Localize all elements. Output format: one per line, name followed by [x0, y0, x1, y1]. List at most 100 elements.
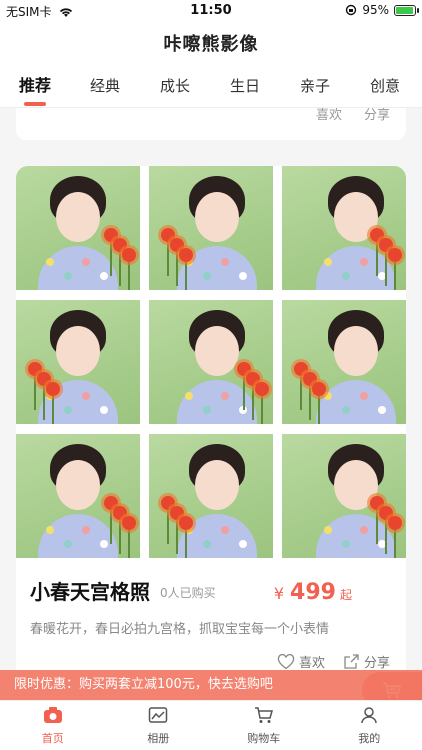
- price-value: 499: [290, 580, 336, 605]
- outfit-dot: [360, 258, 368, 266]
- previous-card[interactable]: 喜欢 分享: [16, 108, 406, 140]
- grid-photo[interactable]: [149, 166, 273, 290]
- tab-2[interactable]: 成长: [140, 64, 210, 108]
- flower-stem: [300, 370, 302, 410]
- previous-like-button[interactable]: 喜欢: [316, 108, 342, 123]
- product-price: ¥ 499 起: [274, 580, 352, 605]
- tab-4[interactable]: 亲子: [280, 64, 350, 108]
- poppy-flower: [388, 516, 402, 530]
- photo-face: [56, 326, 100, 376]
- like-label: 喜欢: [298, 656, 325, 671]
- outfit-dot: [46, 258, 54, 266]
- tab-0[interactable]: 推荐: [0, 64, 70, 108]
- product-actions: 喜欢 分享: [277, 652, 390, 671]
- status-right: 95%: [345, 3, 419, 17]
- outfit-dot: [324, 526, 332, 534]
- status-bar: 无SIM卡 11:50 95%: [0, 0, 422, 22]
- share-button[interactable]: 分享: [343, 652, 390, 671]
- profile-icon: [359, 706, 379, 727]
- photo-outfit: [38, 246, 118, 290]
- tab-5[interactable]: 创意: [350, 64, 420, 108]
- share-icon: [344, 653, 359, 669]
- photo-face: [195, 460, 239, 510]
- nav-home-camera[interactable]: 首页: [0, 701, 106, 750]
- promo-banner[interactable]: 限时优惠：购买两套立减100元，快去选购吧: [0, 670, 422, 700]
- grid-photo[interactable]: [149, 434, 273, 558]
- tab-1[interactable]: 经典: [70, 64, 140, 108]
- nav-label: 购物车: [247, 731, 281, 745]
- photo-face: [56, 192, 100, 242]
- grid-photo[interactable]: [282, 434, 406, 558]
- poppy-flower: [122, 248, 136, 262]
- outfit-dot: [342, 540, 350, 548]
- outfit-dot: [360, 392, 368, 400]
- heart-icon: [277, 653, 295, 669]
- category-tabs: 推荐 经典 成长 生日 亲子 创意: [0, 64, 422, 108]
- poppy-flower: [388, 248, 402, 262]
- home-camera-icon: [43, 706, 63, 727]
- flower-stem: [110, 504, 112, 544]
- poppy-flower: [312, 382, 326, 396]
- outfit-dot: [100, 272, 108, 280]
- album-icon: [148, 706, 168, 727]
- flower-stem: [119, 514, 121, 554]
- grid-photo[interactable]: [149, 300, 273, 424]
- photo-outfit: [316, 246, 396, 290]
- flower-stem: [376, 236, 378, 276]
- photo-outfit: [38, 514, 118, 558]
- grid-photo[interactable]: [16, 166, 140, 290]
- grid-photo[interactable]: [16, 300, 140, 424]
- outfit-dot: [239, 272, 247, 280]
- outfit-dot: [185, 392, 193, 400]
- feed[interactable]: 喜欢 分享 小春天宫格照 0人已购买 ¥ 499 起 春暖花开，春日必拍九宫格，…: [0, 108, 422, 700]
- poppy-flower: [255, 382, 269, 396]
- outfit-dot: [221, 526, 229, 534]
- outfit-dot: [342, 406, 350, 414]
- previous-share-button[interactable]: 分享: [364, 108, 390, 123]
- outfit-dot: [203, 272, 211, 280]
- battery-fill: [396, 6, 414, 14]
- product-card[interactable]: 小春天宫格照 0人已购买 ¥ 499 起 春暖花开，春日必拍九宫格，抓取宝宝每一…: [16, 166, 406, 700]
- outfit-dot: [221, 258, 229, 266]
- nav-profile[interactable]: 我的: [317, 701, 422, 750]
- outfit-dot: [342, 272, 350, 280]
- outfit-dot: [360, 526, 368, 534]
- poppy-flower: [179, 516, 193, 530]
- share-label: 分享: [363, 656, 390, 671]
- flower-stem: [385, 246, 387, 286]
- product-title: 小春天宫格照: [30, 579, 150, 604]
- nav-cart[interactable]: 购物车: [211, 701, 317, 750]
- bottom-nav: 首页 相册 购物车 我的: [0, 700, 422, 750]
- outfit-dot: [203, 406, 211, 414]
- previous-card-actions: 喜欢 分享: [316, 108, 390, 123]
- grid-photo[interactable]: [282, 166, 406, 290]
- photo-face: [195, 326, 239, 376]
- flower-stem: [243, 370, 245, 410]
- photo-face: [56, 460, 100, 510]
- photo-grid[interactable]: [16, 166, 406, 558]
- outfit-dot: [64, 406, 72, 414]
- price-unit: 起: [339, 588, 352, 602]
- tab-3[interactable]: 生日: [210, 64, 280, 108]
- product-description: 春暖花开，春日必拍九宫格，抓取宝宝每一个小表情: [30, 622, 330, 637]
- flower-stem: [167, 236, 169, 276]
- nav-album[interactable]: 相册: [106, 701, 212, 750]
- outfit-dot: [64, 272, 72, 280]
- outfit-dot: [82, 392, 90, 400]
- flower-stem: [176, 514, 178, 554]
- app-title: 咔嚓熊影像: [0, 22, 422, 64]
- outfit-dot: [46, 526, 54, 534]
- flower-stem: [167, 504, 169, 544]
- photo-face: [195, 192, 239, 242]
- outfit-dot: [324, 258, 332, 266]
- outfit-dot: [82, 526, 90, 534]
- grid-photo[interactable]: [282, 300, 406, 424]
- product-title-row: 小春天宫格照 0人已购买 ¥ 499 起: [30, 570, 392, 610]
- flower-stem: [34, 370, 36, 410]
- grid-photo[interactable]: [16, 434, 140, 558]
- flower-stem: [43, 380, 45, 420]
- photo-face: [334, 326, 378, 376]
- photo-outfit: [177, 380, 257, 424]
- like-button[interactable]: 喜欢: [277, 652, 325, 671]
- nav-label: 首页: [41, 731, 64, 745]
